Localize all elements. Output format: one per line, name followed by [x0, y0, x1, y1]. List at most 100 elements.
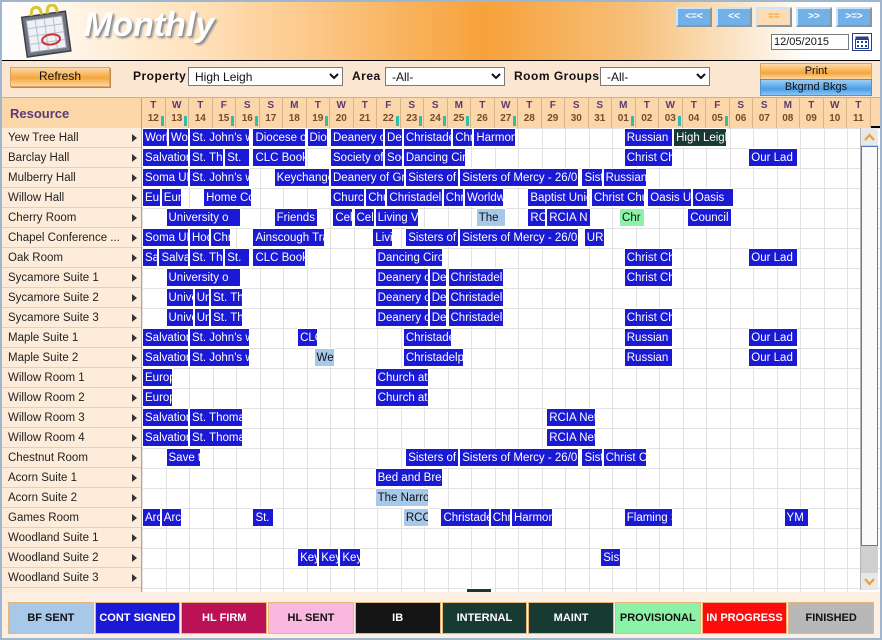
expand-arrow-icon[interactable] [132, 254, 137, 262]
expand-arrow-icon[interactable] [132, 574, 137, 582]
booking-bar[interactable]: Hod [189, 228, 211, 247]
booking-bar[interactable]: Christadelphian [447, 308, 504, 327]
booking-bar[interactable]: Our Lad [748, 348, 798, 367]
legend-ib[interactable]: IB [354, 602, 441, 634]
booking-bar[interactable]: Russian Or [623, 348, 674, 367]
booking-bar[interactable]: Soma UK S [142, 228, 189, 247]
booking-bar[interactable]: University o [165, 268, 241, 287]
booking-bar[interactable]: Deanery of Gre [330, 168, 406, 187]
date-input[interactable] [771, 34, 849, 50]
day-header-08[interactable]: M 08 [776, 98, 800, 128]
booking-bar[interactable]: Europea [142, 388, 173, 407]
day-header-01[interactable]: M 01 [612, 98, 636, 128]
booking-bar[interactable]: Our Lad [748, 328, 798, 347]
resource-row[interactable]: Mulberry Hall [2, 168, 141, 188]
booking-bar[interactable]: Save th [165, 448, 201, 467]
expand-arrow-icon[interactable] [132, 434, 137, 442]
booking-bar[interactable]: Christ C [602, 448, 648, 467]
booking-bar[interactable]: Russian Or [623, 328, 674, 347]
day-header-17[interactable]: S 17 [259, 98, 283, 128]
day-header-26[interactable]: T 26 [471, 98, 495, 128]
booking-bar[interactable]: Diocese of [252, 128, 307, 147]
legend-in-progress[interactable]: IN PROGRESS [701, 602, 788, 634]
day-header-04[interactable]: T 04 [682, 98, 706, 128]
nav-first[interactable]: <=< [676, 7, 712, 27]
booking-bar[interactable]: St. Tho [189, 148, 225, 167]
booking-bar[interactable]: Univers [165, 288, 194, 307]
booking-bar[interactable]: Deanery of [374, 308, 429, 327]
resource-row[interactable]: Oak Room [2, 248, 141, 268]
scrollbar-thumb[interactable] [861, 146, 878, 546]
expand-arrow-icon[interactable] [132, 154, 137, 162]
booking-bar[interactable]: Wes [313, 348, 335, 367]
day-header-24[interactable]: S 24 [424, 98, 448, 128]
booking-bar[interactable]: Friends [273, 208, 319, 227]
booking-bar[interactable]: St. Tho [210, 288, 244, 307]
booking-bar[interactable]: Deanery of [330, 128, 385, 147]
booking-bar[interactable]: Salvatio [158, 248, 189, 267]
booking-bar[interactable]: Uni [193, 288, 211, 307]
booking-bar[interactable]: Cel [353, 208, 375, 227]
resource-row[interactable]: Sycamore Suite 1 [2, 268, 141, 288]
booking-bar[interactable]: Chr [619, 208, 645, 227]
resource-row[interactable]: Chapel Conference ... [2, 228, 141, 248]
booking-bar[interactable]: Our Lad [748, 148, 798, 167]
day-header-02[interactable]: T 02 [635, 98, 659, 128]
booking-bar[interactable]: Soc [384, 148, 403, 167]
booking-bar[interactable]: Christadelphian [447, 268, 504, 287]
day-header-29[interactable]: F 29 [541, 98, 565, 128]
day-header-21[interactable]: T 21 [353, 98, 377, 128]
booking-bar[interactable]: Flaming Sw [623, 508, 674, 527]
day-header-16[interactable]: S 16 [236, 98, 260, 128]
booking-bar[interactable]: Baptist Unio [527, 188, 589, 207]
expand-arrow-icon[interactable] [132, 294, 137, 302]
booking-bar[interactable]: CLC Booksh [252, 248, 307, 267]
room-groups-select[interactable]: -All- [600, 67, 710, 86]
booking-bar[interactable]: Uni [193, 308, 211, 327]
booking-bar[interactable]: Christadelphian [386, 188, 443, 207]
booking-bar[interactable]: RCC [402, 508, 429, 527]
expand-arrow-icon[interactable] [132, 214, 137, 222]
booking-bar[interactable]: Home Coun [203, 188, 253, 207]
booking-bar[interactable]: Harmon [473, 128, 516, 147]
area-select[interactable]: -All- [385, 67, 505, 86]
booking-bar[interactable]: Eur [142, 188, 161, 207]
booking-bar[interactable]: Dio [306, 128, 328, 147]
booking-bar[interactable]: Livi [372, 228, 394, 247]
booking-bar[interactable]: CLC Booksh [252, 148, 307, 167]
booking-bar[interactable]: St. [224, 148, 251, 167]
booking-bar[interactable]: Sal [142, 248, 159, 267]
resource-row[interactable]: Barclay Hall [2, 148, 141, 168]
property-select[interactable]: High Leigh [188, 67, 343, 86]
booking-bar[interactable]: Sisters of Mercy [405, 228, 460, 247]
booking-bar[interactable]: Christadelphian [402, 328, 453, 347]
day-header-18[interactable]: M 18 [283, 98, 307, 128]
booking-bar[interactable]: The [475, 208, 507, 227]
booking-bar[interactable]: Bed and Breakf [374, 468, 443, 487]
booking-bar[interactable]: Europea [142, 368, 173, 387]
day-header-09[interactable]: T 09 [800, 98, 824, 128]
print-button[interactable]: Print [760, 63, 872, 80]
calendar-picker-icon[interactable] [852, 33, 872, 51]
day-header-07[interactable]: S 07 [753, 98, 777, 128]
booking-bar[interactable]: Chr [489, 508, 511, 527]
booking-bar[interactable]: Dancing Circle [402, 148, 467, 167]
nav-last[interactable]: >=> [836, 7, 872, 27]
booking-bar[interactable]: Salvation A [142, 328, 189, 347]
legend-bf-sent[interactable]: BF SENT [8, 602, 94, 634]
booking-bar[interactable]: St. John's w [189, 348, 251, 367]
booking-bar[interactable]: Sisters of Mercy - 26/0 [459, 448, 580, 467]
expand-arrow-icon[interactable] [132, 174, 137, 182]
expand-arrow-icon[interactable] [132, 134, 137, 142]
booking-bar[interactable]: YM [783, 508, 810, 527]
legend-maint[interactable]: MAINT [528, 602, 614, 634]
booking-bar[interactable]: St. John's w [189, 168, 251, 187]
resource-row[interactable]: Willow Room 2 [2, 388, 141, 408]
booking-bar[interactable]: St. [224, 248, 251, 267]
scroll-up-icon[interactable] [861, 128, 878, 145]
expand-arrow-icon[interactable] [132, 274, 137, 282]
day-header-28[interactable]: T 28 [518, 98, 542, 128]
booking-bar[interactable]: Salvation A [142, 408, 189, 427]
legend-cont-signed[interactable]: CONT SIGNED [94, 602, 181, 634]
resource-row[interactable]: Chestnut Room [2, 448, 141, 468]
